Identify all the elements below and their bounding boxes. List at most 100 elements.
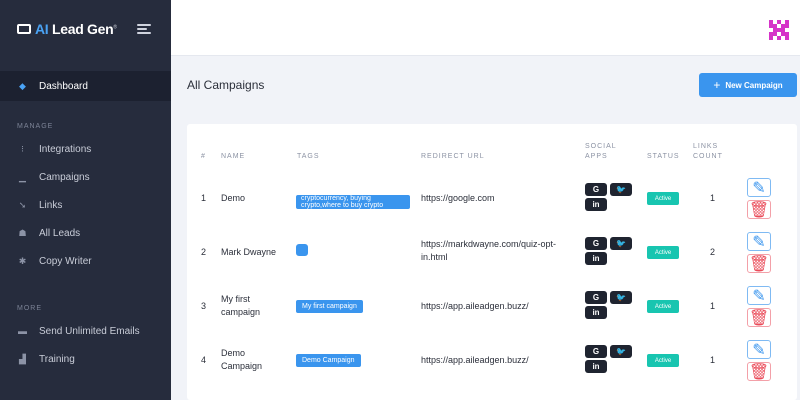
trash-icon: 🗑 [748, 255, 770, 273]
twitter-icon[interactable]: 🐦 [610, 237, 632, 250]
sidebar-item-label: All Leads [39, 227, 81, 239]
redirect-url[interactable]: https://markdwayne.com/quiz-opt-in.html [421, 238, 576, 264]
column-header-name: NAME [221, 153, 246, 160]
page-title: All Campaigns [187, 78, 265, 92]
delete-button[interactable]: 🗑 [747, 308, 771, 327]
twitter-icon[interactable]: 🐦 [610, 345, 632, 358]
dashboard-icon: ◆ [19, 80, 26, 91]
sidebar-item-training[interactable]: ▟ Training [0, 345, 171, 373]
sidebar-item-label: Dashboard [39, 80, 88, 92]
plus-icon: + [713, 78, 721, 92]
links-count: 1 [710, 193, 716, 203]
status-badge: Active [647, 246, 679, 259]
campaign-name[interactable]: My first campaign [221, 293, 281, 319]
sidebar-item-all-leads[interactable]: ☗ All Leads [0, 219, 171, 247]
redirect-url[interactable]: https://app.aileadgen.buzz/ [421, 354, 529, 367]
users-icon: ☗ [18, 227, 27, 238]
sidebar: AI Lead Gen® ◆ Dashboard MANAGE ⁝ Integr… [0, 0, 171, 400]
links-count: 1 [710, 301, 716, 311]
edit-icon: ✎ [752, 233, 766, 251]
sidebar-item-label: Links [39, 199, 63, 211]
twitter-icon[interactable]: 🐦 [610, 183, 632, 196]
row-number: 4 [201, 355, 207, 365]
campaign-name[interactable]: Demo Campaign [221, 347, 281, 373]
sidebar-item-label: Campaigns [39, 171, 90, 183]
edit-button[interactable]: ✎ [747, 286, 771, 305]
avatar[interactable] [769, 20, 789, 40]
section-label-more: MORE [17, 305, 42, 312]
column-header-tags: TAGS [297, 153, 320, 160]
column-header-redirect-url: REDIRECT URL [421, 153, 485, 160]
links-icon: ➘ [18, 199, 27, 210]
social-apps: G 🐦 in [585, 345, 637, 373]
linkedin-icon[interactable]: in [585, 198, 607, 211]
campaign-name[interactable]: Demo [221, 192, 245, 205]
sidebar-item-label: Send Unlimited Emails [39, 325, 140, 337]
edit-button[interactable]: ✎ [747, 232, 771, 251]
links-count: 2 [710, 247, 716, 257]
menu-toggle-icon[interactable] [136, 24, 151, 34]
sidebar-item-dashboard[interactable]: ◆ Dashboard [0, 71, 171, 101]
edit-button[interactable]: ✎ [747, 340, 771, 359]
column-header-links-count: LINKS COUNT [693, 143, 723, 160]
edit-icon: ✎ [752, 341, 766, 359]
redirect-url[interactable]: https://app.aileadgen.buzz/ [421, 300, 529, 313]
social-apps: G 🐦 in [585, 183, 637, 211]
delete-button[interactable]: 🗑 [747, 200, 771, 219]
row-number: 2 [201, 247, 207, 257]
logo-row: AI Lead Gen® [0, 0, 171, 58]
column-header-social-apps: SOCIAL APPS [585, 143, 617, 160]
sidebar-item-copy-writer[interactable]: ✱ Copy Writer [0, 247, 171, 275]
links-count: 1 [710, 355, 716, 365]
topbar [171, 0, 800, 56]
delete-button[interactable]: 🗑 [747, 254, 771, 273]
section-label-manage: MANAGE [17, 123, 54, 130]
tag-badge: My first campaign [296, 300, 363, 313]
sidebar-item-campaigns[interactable]: ▁ Campaigns [0, 163, 171, 191]
google-icon[interactable]: G [585, 183, 607, 196]
brand-logo[interactable]: AI Lead Gen® [17, 21, 117, 37]
trash-icon: 🗑 [748, 363, 770, 381]
column-header-num: # [201, 153, 206, 160]
trash-icon: 🗑 [748, 309, 770, 327]
new-campaign-button[interactable]: + New Campaign [699, 73, 797, 97]
sidebar-item-send-emails[interactable]: ▬ Send Unlimited Emails [0, 317, 171, 345]
linkedin-icon[interactable]: in [585, 360, 607, 373]
google-icon[interactable]: G [585, 237, 607, 250]
social-apps: G 🐦 in [585, 291, 637, 319]
logo-icon [17, 24, 31, 34]
integrations-icon: ⁝ [21, 143, 24, 154]
edit-button[interactable]: ✎ [747, 178, 771, 197]
redirect-url[interactable]: https://google.com [421, 192, 495, 205]
edit-icon: ✎ [752, 179, 766, 197]
linkedin-icon[interactable]: in [585, 306, 607, 319]
trash-icon: 🗑 [748, 201, 770, 219]
social-apps: G 🐦 in [585, 237, 637, 265]
column-header-status: STATUS [647, 153, 680, 160]
row-number: 3 [201, 301, 207, 311]
copywriter-icon: ✱ [18, 255, 27, 266]
tag-badge [296, 244, 308, 256]
training-icon: ▟ [19, 353, 26, 364]
google-icon[interactable]: G [585, 345, 607, 358]
email-icon: ▬ [18, 326, 27, 336]
campaigns-icon: ▁ [19, 171, 26, 182]
edit-icon: ✎ [752, 287, 766, 305]
tag-badge: cryptocurrency, buying crypto,where to b… [296, 195, 410, 209]
linkedin-icon[interactable]: in [585, 252, 607, 265]
brand-name: AI Lead Gen® [35, 21, 117, 37]
sidebar-item-integrations[interactable]: ⁝ Integrations [0, 135, 171, 163]
status-badge: Active [647, 354, 679, 367]
status-badge: Active [647, 192, 679, 205]
campaigns-table: # NAME TAGS REDIRECT URL SOCIAL APPS STA… [187, 124, 797, 400]
sidebar-item-label: Copy Writer [39, 255, 92, 267]
google-icon[interactable]: G [585, 291, 607, 304]
tag-badge: Demo Campaign [296, 354, 361, 367]
twitter-icon[interactable]: 🐦 [610, 291, 632, 304]
sidebar-item-label: Training [39, 353, 75, 365]
delete-button[interactable]: 🗑 [747, 362, 771, 381]
sidebar-item-links[interactable]: ➘ Links [0, 191, 171, 219]
campaign-name[interactable]: Mark Dwayne [221, 246, 276, 259]
new-campaign-label: New Campaign [725, 80, 783, 90]
row-number: 1 [201, 193, 207, 203]
